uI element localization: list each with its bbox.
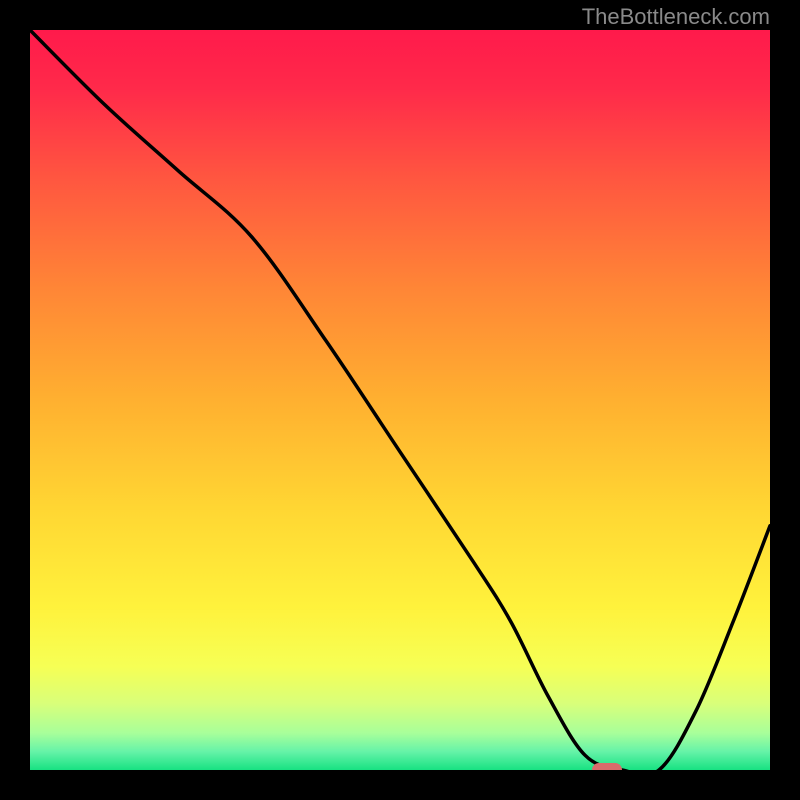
chart-frame: TheBottleneck.com: [0, 0, 800, 800]
watermark-text: TheBottleneck.com: [582, 4, 770, 30]
plot-area: [30, 30, 770, 770]
optimal-marker: [592, 763, 622, 770]
bottleneck-curve: [30, 30, 770, 770]
